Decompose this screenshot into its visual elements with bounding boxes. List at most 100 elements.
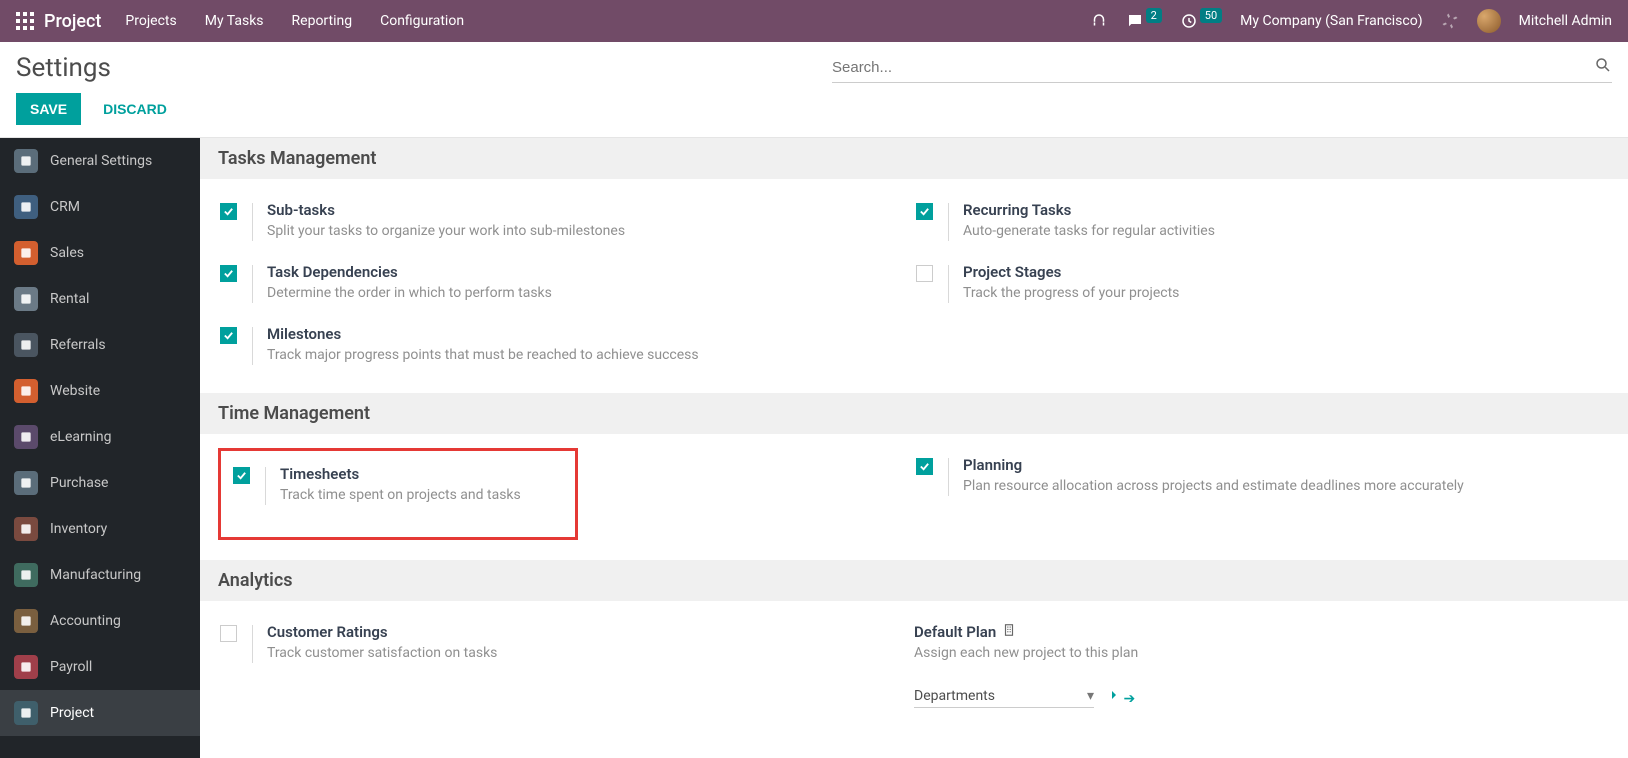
sidebar-item-referrals[interactable]: Referrals bbox=[0, 322, 200, 368]
setting-tasks-left-0: Sub-tasks Split your tasks to organize yo… bbox=[218, 187, 894, 249]
setting-tasks-left-2: MilestonesTrack major progress points th… bbox=[218, 311, 894, 373]
setting-title: Sub-tasks bbox=[267, 201, 894, 219]
setting-tasks-right-0: Recurring Tasks Auto-generate tasks for r… bbox=[914, 187, 1590, 249]
sidebar-label: Manufacturing bbox=[50, 567, 141, 583]
sidebar-label: Project bbox=[50, 705, 94, 721]
nav-right: 2 50 My Company (San Francisco) Mitchell… bbox=[1090, 9, 1612, 33]
setting-desc: Track the progress of your projects bbox=[963, 285, 1590, 301]
checkbox[interactable] bbox=[220, 327, 237, 344]
chevron-down-icon: ▾ bbox=[1087, 688, 1094, 704]
sidebar-item-inventory[interactable]: Inventory bbox=[0, 506, 200, 552]
messages-badge: 2 bbox=[1146, 8, 1162, 23]
default-plan-title-text: Default Plan bbox=[914, 623, 996, 641]
setting-time-right-0: Planning Plan resource allocation across … bbox=[914, 442, 1590, 504]
main: General Settings CRMSales Rental Referrals W… bbox=[0, 138, 1628, 758]
debug-icon[interactable] bbox=[1441, 12, 1459, 30]
default-plan-select[interactable]: Departments ▾ bbox=[914, 685, 1094, 708]
apps-icon[interactable] bbox=[16, 12, 34, 30]
sidebar-label: General Settings bbox=[50, 153, 152, 169]
navbar: Project Projects My Tasks Reporting Conf… bbox=[0, 0, 1628, 42]
settings-sidebar: General Settings CRMSales Rental Referrals W… bbox=[0, 138, 200, 758]
setting-title: Customer Ratings bbox=[267, 623, 894, 641]
avatar[interactable] bbox=[1477, 9, 1501, 33]
checkbox[interactable] bbox=[220, 203, 237, 220]
setting-desc: Split your tasks to organize your work i… bbox=[267, 223, 894, 239]
section-header-tasks: Tasks Management bbox=[200, 138, 1628, 179]
checkbox[interactable] bbox=[916, 458, 933, 475]
nav-projects[interactable]: Projects bbox=[125, 13, 176, 29]
sidebar-item-project[interactable]: Project bbox=[0, 690, 200, 736]
sidebar-label: Inventory bbox=[50, 521, 107, 537]
sidebar-label: Referrals bbox=[50, 337, 106, 353]
settings-content: Tasks Management Sub-tasks Split your tas… bbox=[200, 138, 1628, 758]
control-panel: Settings SAVE DISCARD bbox=[0, 42, 1628, 138]
setting-tasks-left-1: Task Dependencies Determine the order in … bbox=[218, 249, 894, 311]
company-selector[interactable]: My Company (San Francisco) bbox=[1240, 13, 1422, 29]
referrals-icon bbox=[14, 333, 38, 357]
general-settings-icon bbox=[14, 149, 38, 173]
accounting-icon bbox=[14, 609, 38, 633]
setting-title: Timesheets bbox=[280, 465, 565, 483]
search-input[interactable] bbox=[832, 59, 1594, 76]
purchase-icon bbox=[14, 471, 38, 495]
external-link-icon[interactable]: ➔ bbox=[1104, 687, 1135, 707]
search-box[interactable] bbox=[832, 52, 1612, 83]
sidebar-item-purchase[interactable]: Purchase bbox=[0, 460, 200, 506]
sidebar-item-elearning[interactable]: eLearning bbox=[0, 414, 200, 460]
activities-badge: 50 bbox=[1200, 8, 1222, 23]
checkbox[interactable] bbox=[916, 265, 933, 282]
nav-my-tasks[interactable]: My Tasks bbox=[205, 13, 264, 29]
setting-title: Task Dependencies bbox=[267, 263, 894, 281]
setting-desc: Auto-generate tasks for regular activiti… bbox=[963, 223, 1590, 239]
sidebar-item-general-settings[interactable]: General Settings bbox=[0, 138, 200, 184]
save-button[interactable]: SAVE bbox=[16, 93, 81, 125]
sales-icon bbox=[14, 241, 38, 265]
sidebar-label: Purchase bbox=[50, 475, 108, 491]
project-icon bbox=[14, 701, 38, 725]
default-plan-title: Default Plan bbox=[914, 623, 1590, 641]
payroll-icon bbox=[14, 655, 38, 679]
setting-time-left-0: Timesheets Track time spent on projects a… bbox=[221, 459, 575, 513]
checkbox[interactable] bbox=[220, 265, 237, 282]
setting-title: Planning bbox=[963, 456, 1590, 474]
setting-title: Project Stages bbox=[963, 263, 1590, 281]
setting-title: Recurring Tasks bbox=[963, 201, 1590, 219]
setting-desc: Track time spent on projects and tasks bbox=[280, 487, 565, 503]
sidebar-item-manufacturing[interactable]: Manufacturing bbox=[0, 552, 200, 598]
setting-tasks-right-1: Project Stages Track the progress of your… bbox=[914, 249, 1590, 311]
website-icon bbox=[14, 379, 38, 403]
sidebar-label: Payroll bbox=[50, 659, 92, 675]
sidebar-label: Rental bbox=[50, 291, 89, 307]
user-menu[interactable]: Mitchell Admin bbox=[1519, 13, 1612, 29]
sidebar-item-crm[interactable]: CRM bbox=[0, 184, 200, 230]
nav-menu: Projects My Tasks Reporting Configuratio… bbox=[125, 13, 464, 29]
sidebar-item-website[interactable]: Website bbox=[0, 368, 200, 414]
sidebar-item-accounting[interactable]: Accounting bbox=[0, 598, 200, 644]
nav-configuration[interactable]: Configuration bbox=[380, 13, 464, 29]
checkbox[interactable] bbox=[220, 625, 237, 642]
setting-desc: Track customer satisfaction on tasks bbox=[267, 645, 894, 661]
activities-icon[interactable]: 50 bbox=[1180, 12, 1222, 30]
search-icon[interactable] bbox=[1594, 56, 1612, 78]
sidebar-item-payroll[interactable]: Payroll bbox=[0, 644, 200, 690]
sidebar-item-rental[interactable]: Rental bbox=[0, 276, 200, 322]
default-plan-value: Departments bbox=[914, 688, 995, 704]
inventory-icon bbox=[14, 517, 38, 541]
checkbox[interactable] bbox=[916, 203, 933, 220]
messages-icon[interactable]: 2 bbox=[1126, 12, 1162, 30]
voip-icon[interactable] bbox=[1090, 12, 1108, 30]
building-icon bbox=[1002, 623, 1016, 641]
section-header-time: Time Management bbox=[200, 393, 1628, 434]
rental-icon bbox=[14, 287, 38, 311]
setting-desc: Plan resource allocation across projects… bbox=[963, 478, 1590, 494]
manufacturing-icon bbox=[14, 563, 38, 587]
elearning-icon bbox=[14, 425, 38, 449]
setting-desc: Determine the order in which to perform … bbox=[267, 285, 894, 301]
nav-brand[interactable]: Project bbox=[44, 11, 101, 32]
discard-button[interactable]: DISCARD bbox=[93, 93, 177, 125]
sidebar-item-sales[interactable]: Sales bbox=[0, 230, 200, 276]
setting-desc: Track major progress points that must be… bbox=[267, 347, 894, 363]
nav-reporting[interactable]: Reporting bbox=[292, 13, 353, 29]
checkbox[interactable] bbox=[233, 467, 250, 484]
timesheets-highlight: Timesheets Track time spent on projects a… bbox=[218, 448, 578, 540]
